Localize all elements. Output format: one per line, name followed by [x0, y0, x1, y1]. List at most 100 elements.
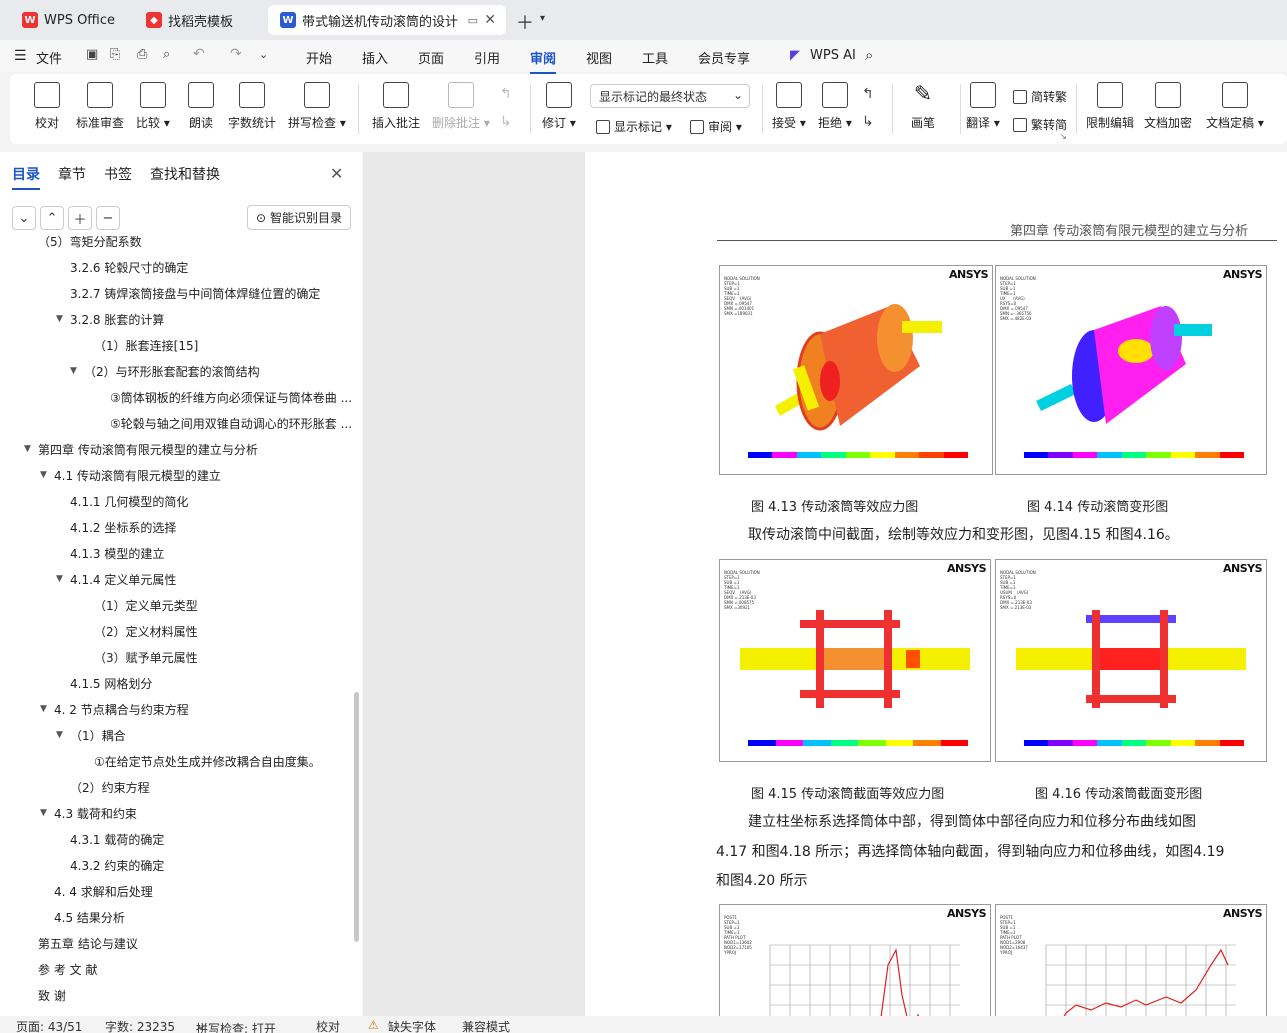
status-proof[interactable]: 校对 — [316, 1018, 340, 1033]
restrict-edit-button[interactable]: 限制编辑 — [1086, 82, 1134, 131]
figure-4-17[interactable]: ANSYS POST1 STEP=1 SUB =1 TIME=1 PATH PL… — [719, 904, 991, 1016]
new-tab-icon[interactable]: ＋ — [516, 9, 534, 35]
search-icon[interactable]: ⌕ — [865, 46, 873, 64]
tab-bookmarks[interactable]: 书签 — [104, 164, 132, 184]
toc-item[interactable]: 第五章 结论与建议 — [24, 930, 138, 956]
figure-4-15[interactable]: ANSYS NODAL SOLUTION STEP=1 SUB =1 TIME=… — [719, 559, 991, 762]
redo-icon[interactable]: ↷ — [230, 46, 242, 62]
toc-item[interactable]: （1）定义单元类型 — [80, 592, 198, 618]
proof-button[interactable]: 校对 — [34, 82, 60, 131]
encrypt-button[interactable]: 文档加密 — [1144, 82, 1192, 131]
toc-item[interactable]: ▼ 第四章 传动滚筒有限元模型的建立与分析 — [24, 436, 258, 462]
save-icon[interactable]: ▣ — [86, 47, 98, 62]
toc-item[interactable]: （2）约束方程 — [56, 774, 150, 800]
figure-4-14[interactable]: ANSYS NODAL SOLUTION STEP=1 SUB =1 TIME=… — [995, 265, 1267, 475]
collapse-up-button[interactable]: ⌃ — [40, 206, 64, 230]
spell-check-button[interactable]: 拼写检查 ▾ — [288, 82, 346, 131]
menu-reference[interactable]: 引用 — [474, 48, 500, 67]
tab-chapters[interactable]: 章节 — [58, 164, 86, 184]
tab-dropdown-icon[interactable]: ▾ — [540, 13, 545, 24]
toc-item[interactable]: ▼ 3.2.8 胀套的计算 — [56, 306, 164, 332]
toc-item[interactable]: 4.1.2 坐标系的选择 — [56, 514, 176, 540]
tab-toc[interactable]: 目录 — [12, 164, 40, 190]
tab-wps-office[interactable]: W WPS Office — [10, 5, 128, 35]
standard-review-button[interactable]: 标准审查 — [76, 82, 124, 131]
tab-document[interactable]: W 带式输送机传动滚筒的设计 说 ▭ ✕ — [268, 5, 506, 35]
menu-wps-ai[interactable]: WPS AI — [810, 48, 856, 63]
expand-arrow-icon[interactable]: ▼ — [56, 574, 70, 584]
track-changes-button[interactable]: 修订 ▾ — [542, 82, 576, 131]
menu-review[interactable]: 审阅 — [530, 48, 557, 74]
status-missing-font[interactable]: 缺失字体 — [388, 1018, 436, 1033]
tab-templates[interactable]: ◆ 找稻壳模板 — [134, 5, 262, 35]
menu-view[interactable]: 视图 — [586, 48, 612, 67]
toc-item[interactable]: 4. 4 求解和后处理 — [40, 878, 153, 904]
toc-item[interactable]: （5）弯矩分配系数 — [24, 236, 142, 254]
toc-item[interactable]: 4.3.1 载荷的确定 — [56, 826, 164, 852]
next-comment-icon[interactable]: ↳ — [500, 114, 512, 130]
toc-item[interactable]: （3）赋予单元属性 — [80, 644, 198, 670]
toc-item[interactable]: 3.2.6 轮毂尺寸的确定 — [56, 254, 188, 280]
toc-item[interactable]: ▼ （1）耦合 — [56, 722, 126, 748]
window-icon[interactable]: ▭ — [468, 14, 478, 27]
expand-arrow-icon[interactable]: ▼ — [40, 470, 54, 480]
toc-item[interactable]: ▼ 4.1 传动滚筒有限元模型的建立 — [40, 462, 221, 488]
remove-heading-button[interactable]: − — [96, 206, 120, 230]
toc-item[interactable]: 4.3.2 约束的确定 — [56, 852, 164, 878]
pen-button[interactable]: ✎ 画笔 — [910, 82, 936, 131]
expand-arrow-icon[interactable]: ▼ — [56, 314, 70, 324]
finalize-button[interactable]: 文档定稿 ▾ — [1206, 82, 1264, 131]
insert-comment-button[interactable]: 插入批注 — [372, 82, 420, 131]
toc-item[interactable]: （2）定义材料属性 — [80, 618, 198, 644]
expand-icon[interactable]: ↘ — [1060, 132, 1067, 141]
toc-item[interactable]: 3.2.7 铸焊滚筒接盘与中间筒体焊缝位置的确定 — [56, 280, 320, 306]
expand-arrow-icon[interactable]: ▼ — [40, 704, 54, 714]
toc-item[interactable]: ⑤轮毂与轴之间用双锥自动调心的环形胀套 ... — [96, 410, 352, 436]
menu-file[interactable]: 文件 — [36, 48, 62, 67]
compare-button[interactable]: 比较 ▾ — [136, 82, 170, 131]
status-spell[interactable]: 拼写检查: 打开 ⌄ — [196, 1018, 276, 1033]
reject-button[interactable]: 拒绝 ▾ — [818, 82, 852, 131]
print-icon[interactable]: ⎙ — [137, 47, 147, 62]
menu-tools[interactable]: 工具 — [642, 48, 668, 67]
toc-item[interactable]: 参 考 文 献 — [24, 956, 97, 982]
expand-arrow-icon[interactable]: ▼ — [24, 444, 38, 454]
export-icon[interactable]: ⎘ — [110, 47, 120, 62]
menu-member[interactable]: 会员专享 — [698, 48, 750, 67]
toc-item[interactable]: ▼ 4.1.4 定义单元属性 — [56, 566, 176, 592]
print-preview-icon[interactable]: ⌕ — [163, 47, 170, 62]
display-mode-select[interactable]: 显示标记的最终状态 ⌄ — [590, 84, 750, 108]
delete-comment-button[interactable]: 删除批注 ▾ — [432, 82, 490, 131]
status-words[interactable]: 字数: 23235 — [105, 1018, 175, 1033]
toc-item[interactable]: ①在给定节点处生成并修改耦合自由度集。 — [80, 748, 321, 774]
accept-button[interactable]: 接受 ▾ — [772, 82, 806, 131]
simplified-to-traditional-button[interactable]: 简转繁 — [1013, 88, 1067, 105]
toc-scrollbar[interactable] — [354, 692, 359, 942]
prev-comment-icon[interactable]: ↰ — [500, 86, 512, 102]
translate-button[interactable]: 翻译 ▾ — [966, 82, 1000, 131]
traditional-to-simplified-button[interactable]: 繁转简 — [1013, 116, 1067, 133]
toc-item[interactable]: 4.5 结果分析 — [40, 904, 125, 930]
smart-toc-button[interactable]: ⊙ 智能识别目录 — [247, 205, 351, 230]
toc-item[interactable]: 4.1.1 几何模型的简化 — [56, 488, 188, 514]
figure-4-18[interactable]: ANSYS POST1 STEP=1 SUB =1 TIME=1 PATH PL… — [995, 904, 1267, 1016]
word-count-button[interactable]: 字数统计 — [228, 82, 276, 131]
toc-item[interactable]: 4.1.5 网格划分 — [56, 670, 152, 696]
close-pane-icon[interactable]: ✕ — [330, 164, 343, 183]
close-tab-icon[interactable]: ✕ — [484, 12, 496, 28]
figure-4-16[interactable]: ANSYS NODAL SOLUTION STEP=1 SUB =1 TIME=… — [995, 559, 1267, 762]
undo-icon[interactable]: ↶ — [193, 46, 205, 62]
figure-4-13[interactable]: ANSYS NODAL SOLUTION STEP=1 SUB =1 TIME=… — [719, 265, 993, 475]
hamburger-icon[interactable]: ☰ — [14, 48, 27, 64]
show-marks-button[interactable]: 显示标记 ▾ — [596, 118, 672, 135]
status-compat[interactable]: 兼容模式 — [462, 1018, 510, 1033]
toc-item[interactable]: 4.1.3 模型的建立 — [56, 540, 164, 566]
expand-arrow-icon[interactable]: ▼ — [40, 808, 54, 818]
read-aloud-button[interactable]: 朗读 — [188, 82, 214, 131]
prev-change-icon[interactable]: ↰ — [862, 86, 874, 102]
status-page[interactable]: 页面: 43/51 — [16, 1018, 82, 1033]
tab-find-replace[interactable]: 查找和替换 — [150, 164, 220, 184]
toc-item[interactable]: 致 谢 — [24, 982, 66, 1008]
toc-item[interactable]: ▼ 4. 2 节点耦合与约束方程 — [40, 696, 189, 722]
toc-item[interactable]: ③筒体钢板的纤维方向必须保证与筒体卷曲 ... — [96, 384, 352, 410]
